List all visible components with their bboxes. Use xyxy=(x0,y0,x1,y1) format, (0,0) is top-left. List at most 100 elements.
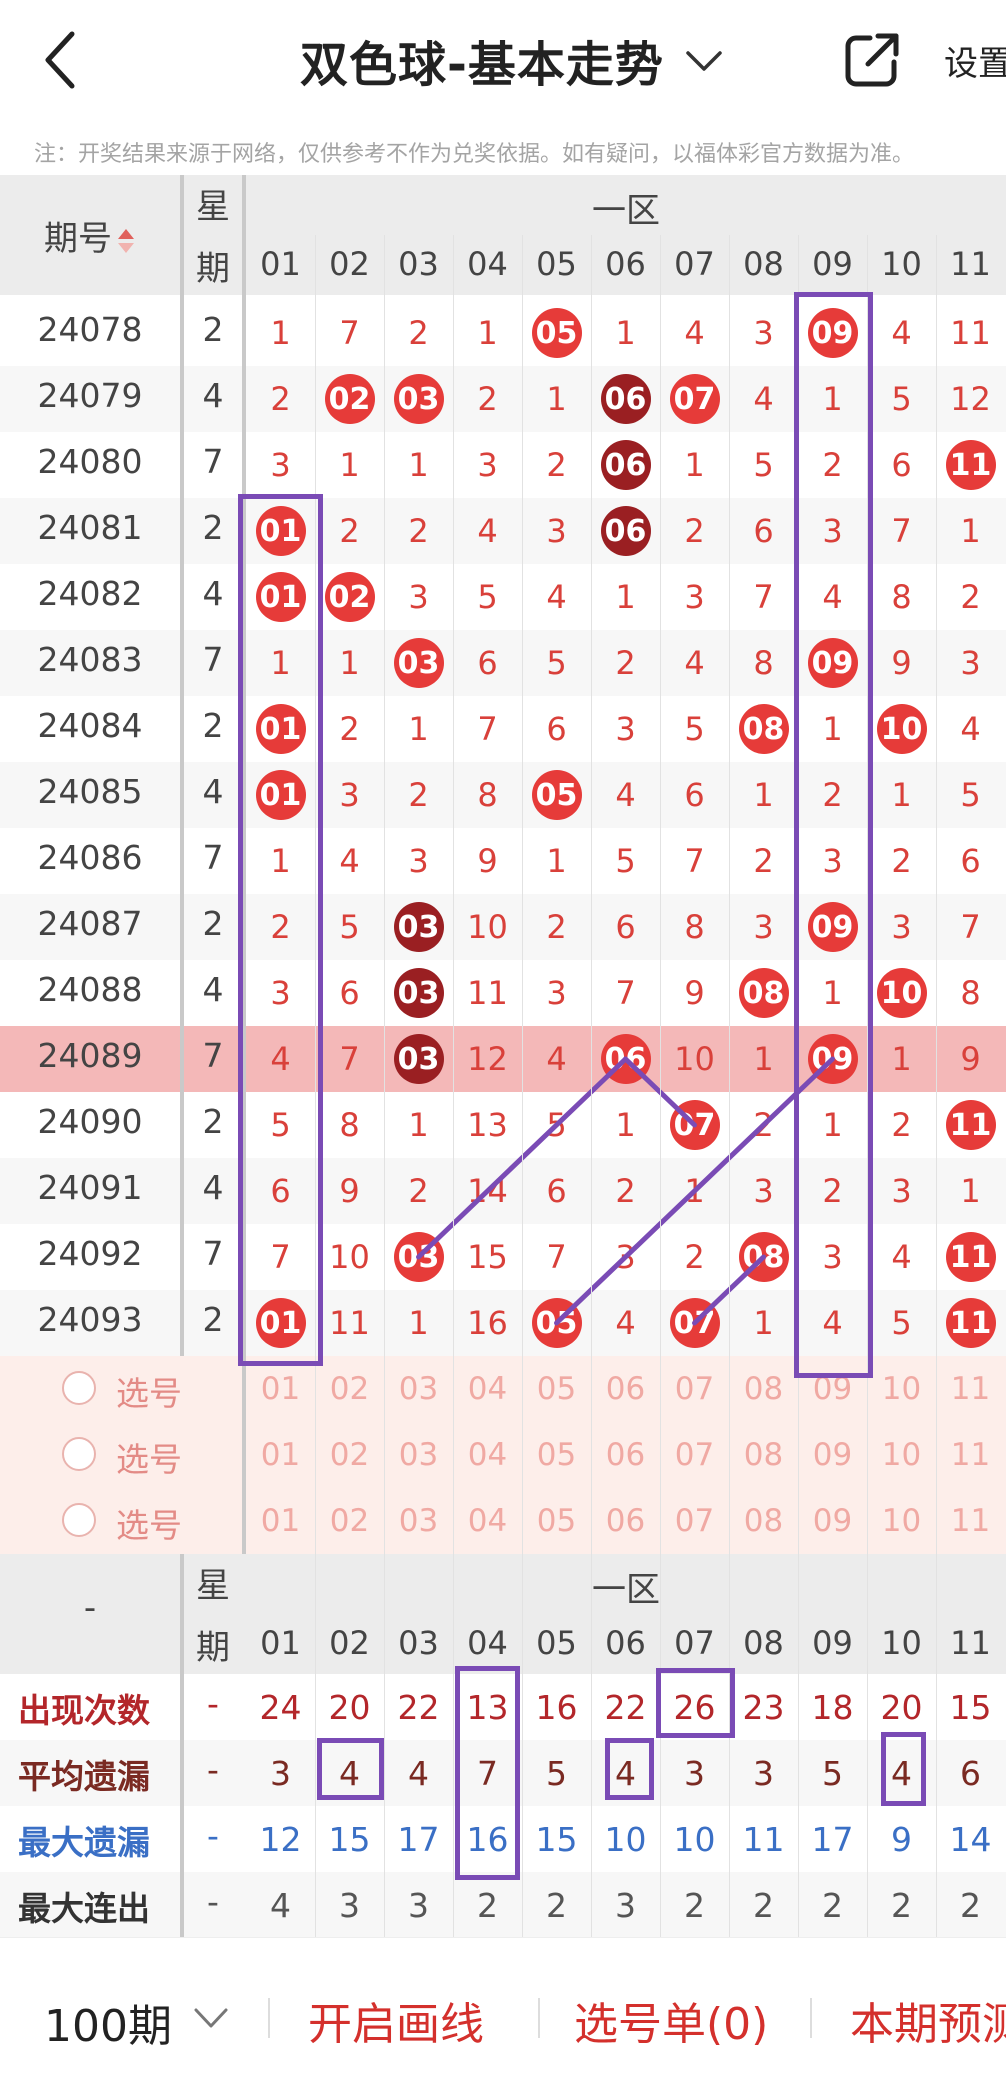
pick-number[interactable]: 02 xyxy=(315,1422,384,1488)
miss-count-cell: 2 xyxy=(753,842,774,880)
miss-count-cell: 1 xyxy=(753,776,774,814)
annotation-box xyxy=(455,1666,520,1880)
pick-number[interactable]: 01 xyxy=(246,1422,315,1488)
share-icon[interactable] xyxy=(842,30,902,90)
drawn-ball-cell: 07 xyxy=(660,1092,729,1158)
drawn-ball-cell: 08 xyxy=(729,1224,798,1290)
pick-number[interactable]: 04 xyxy=(453,1488,522,1554)
pick-number[interactable]: 09 xyxy=(798,1422,867,1488)
settings-button[interactable]: 设置 xyxy=(944,36,1006,85)
pick-radio[interactable] xyxy=(62,1371,96,1405)
annotation-box xyxy=(238,494,323,1366)
title-dropdown[interactable]: 双色球-基本走势 xyxy=(300,24,724,96)
pick-number[interactable]: 03 xyxy=(384,1488,453,1554)
column-header: 10 xyxy=(881,245,922,283)
pick-radio[interactable] xyxy=(62,1503,96,1537)
miss-count-cell: 5 xyxy=(960,776,981,814)
stat-value: 22 xyxy=(397,1687,440,1727)
stat-value: 15 xyxy=(535,1819,578,1859)
weekday: 2 xyxy=(202,1102,224,1141)
pick-number[interactable]: 09 xyxy=(798,1488,867,1554)
chevron-down-icon[interactable] xyxy=(192,2004,230,2032)
miss-count-cell: 4 xyxy=(546,578,567,616)
pick-number[interactable]: 05 xyxy=(522,1422,591,1488)
draw-line-button[interactable]: 开启画线 xyxy=(308,1988,484,2052)
stat-value: 20 xyxy=(328,1687,371,1727)
drawn-ball: 02 xyxy=(324,374,375,424)
pick-number[interactable]: 07 xyxy=(660,1422,729,1488)
pick-number[interactable]: 10 xyxy=(867,1422,936,1488)
weekday: 2 xyxy=(202,310,224,349)
miss-count-cell: 7 xyxy=(339,1040,360,1078)
miss-count-cell: 5 xyxy=(891,1304,912,1342)
pick-number[interactable]: 11 xyxy=(936,1356,1005,1422)
pick-label[interactable]: 选号 xyxy=(116,1433,182,1481)
pick-number[interactable]: 05 xyxy=(522,1488,591,1554)
column-header: 08 xyxy=(743,245,784,283)
pick-number[interactable]: 07 xyxy=(660,1356,729,1422)
pick-number[interactable]: 02 xyxy=(315,1356,384,1422)
miss-count-cell: 10 xyxy=(329,1238,370,1276)
pick-label[interactable]: 选号 xyxy=(116,1499,182,1547)
miss-count-cell: 8 xyxy=(891,578,912,616)
issue-column-header[interactable]: 期号 xyxy=(0,211,180,260)
pick-list-button[interactable]: 选号单(0) xyxy=(574,1988,768,2052)
sort-icon xyxy=(118,228,134,253)
pick-number[interactable]: 10 xyxy=(867,1488,936,1554)
pick-number[interactable]: 01 xyxy=(246,1488,315,1554)
pick-label[interactable]: 选号 xyxy=(116,1367,182,1415)
drawn-ball: 03 xyxy=(393,374,444,424)
stat-value: 24 xyxy=(259,1687,302,1727)
miss-count-cell: 2 xyxy=(615,644,636,682)
pick-number[interactable]: 04 xyxy=(453,1422,522,1488)
miss-count-cell: 8 xyxy=(477,776,498,814)
column-header: 04 xyxy=(467,1624,508,1662)
annotation-box xyxy=(317,1738,384,1800)
pick-number[interactable]: 08 xyxy=(729,1488,798,1554)
zone-label: 一区 xyxy=(592,1570,660,1610)
pick-number[interactable]: 02 xyxy=(315,1488,384,1554)
issue-number: 24079 xyxy=(37,376,143,415)
pick-number[interactable]: 11 xyxy=(936,1488,1005,1554)
miss-count-cell: 3 xyxy=(270,446,291,484)
miss-count-cell: 10 xyxy=(674,1040,715,1078)
pick-number[interactable]: 05 xyxy=(522,1356,591,1422)
drawn-ball: 10 xyxy=(876,968,927,1018)
pick-number[interactable]: 03 xyxy=(384,1356,453,1422)
miss-count-cell: 7 xyxy=(753,578,774,616)
issue-number: 24087 xyxy=(37,904,143,943)
miss-count-cell: 8 xyxy=(960,974,981,1012)
pick-number[interactable]: 07 xyxy=(660,1488,729,1554)
miss-count-cell: 1 xyxy=(960,1172,981,1210)
period-selector[interactable]: 100期 xyxy=(44,1990,172,2054)
pick-number[interactable]: 06 xyxy=(591,1488,660,1554)
miss-count-cell: 5 xyxy=(891,380,912,418)
miss-count-cell: 5 xyxy=(546,644,567,682)
pick-number[interactable]: 11 xyxy=(936,1422,1005,1488)
pick-radio[interactable] xyxy=(62,1437,96,1471)
stat-label: 最大遗漏 xyxy=(18,1823,150,1862)
pick-number[interactable]: 06 xyxy=(591,1356,660,1422)
pick-number[interactable]: 08 xyxy=(729,1356,798,1422)
weekday: 7 xyxy=(202,442,224,481)
drawn-ball-cell: 06 xyxy=(591,366,660,432)
column-header: 08 xyxy=(743,1624,784,1662)
weekday: 7 xyxy=(202,1234,224,1273)
column-header: 02 xyxy=(329,1624,370,1662)
miss-count-cell: 6 xyxy=(753,512,774,550)
miss-count-cell: 4 xyxy=(339,842,360,880)
forecast-button[interactable]: 本期预测 xyxy=(850,1988,1006,2052)
miss-count-cell: 1 xyxy=(960,512,981,550)
miss-count-cell: 1 xyxy=(753,1040,774,1078)
miss-count-cell: 8 xyxy=(339,1106,360,1144)
pick-number[interactable]: 04 xyxy=(453,1356,522,1422)
drawn-ball: 11 xyxy=(945,440,996,490)
weekday: 7 xyxy=(202,640,224,679)
pick-number[interactable]: 06 xyxy=(591,1422,660,1488)
drawn-ball: 06 xyxy=(600,506,651,556)
back-arrow-icon[interactable] xyxy=(38,28,86,92)
pick-number[interactable]: 08 xyxy=(729,1422,798,1488)
pick-number[interactable]: 03 xyxy=(384,1422,453,1488)
pick-number[interactable]: 10 xyxy=(867,1356,936,1422)
stat-value: 20 xyxy=(880,1687,923,1727)
